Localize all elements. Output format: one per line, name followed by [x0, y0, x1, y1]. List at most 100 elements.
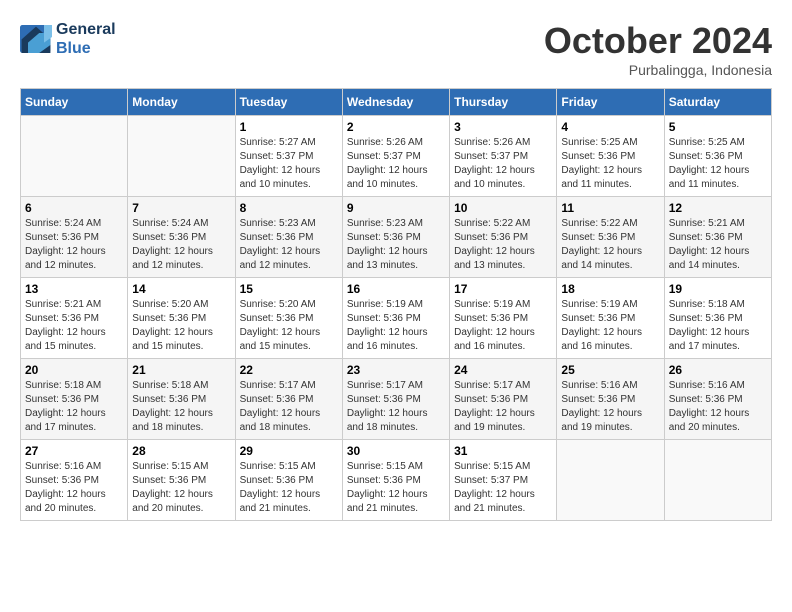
day-number: 9 [347, 201, 445, 215]
calendar-cell: 27 Sunrise: 5:16 AM Sunset: 5:36 PM Dayli… [21, 440, 128, 521]
day-info: Sunrise: 5:20 AM Sunset: 5:36 PM Dayligh… [240, 298, 338, 354]
day-number: 4 [561, 120, 659, 134]
calendar-cell: 21Sunrise: 5:18 AM Sunset: 5:36 PM Dayli… [128, 359, 235, 440]
calendar-cell: 3Sunrise: 5:26 AM Sunset: 5:37 PM Daylig… [450, 116, 557, 197]
calendar-cell: 31 Sunrise: 5:15 AM Sunset: 5:37 PM Dayli… [450, 440, 557, 521]
page-header: General Blue October 2024 Purbalingga, I… [20, 20, 772, 78]
day-info: Sunrise: 5:25 AM Sunset: 5:36 PM Dayligh… [561, 136, 659, 192]
calendar-cell: 4 Sunrise: 5:25 AM Sunset: 5:36 PM Daylig… [557, 116, 664, 197]
calendar-cell [128, 116, 235, 197]
calendar-week-row: 1 Sunrise: 5:27 AM Sunset: 5:37 PM Daylig… [21, 116, 772, 197]
day-number: 27 [25, 444, 123, 458]
calendar-cell: 11 Sunrise: 5:22 AM Sunset: 5:36 PM Dayli… [557, 197, 664, 278]
calendar-cell: 12Sunrise: 5:21 AM Sunset: 5:36 PM Dayli… [664, 197, 771, 278]
day-info: Sunrise: 5:16 AM Sunset: 5:36 PM Dayligh… [669, 379, 767, 435]
day-info: Sunrise: 5:16 AM Sunset: 5:36 PM Dayligh… [25, 460, 123, 516]
day-number: 14 [132, 282, 230, 296]
day-number: 8 [240, 201, 338, 215]
logo: General Blue [20, 20, 116, 58]
day-info: Sunrise: 5:15 AM Sunset: 5:36 PM Dayligh… [132, 460, 230, 516]
day-number: 31 [454, 444, 552, 458]
day-info: Sunrise: 5:17 AM Sunset: 5:36 PM Dayligh… [347, 379, 445, 435]
day-info: Sunrise: 5:26 AM Sunset: 5:37 PM Dayligh… [454, 136, 552, 192]
calendar-cell: 9 Sunrise: 5:23 AM Sunset: 5:36 PM Daylig… [342, 197, 449, 278]
calendar-cell: 25Sunrise: 5:16 AM Sunset: 5:36 PM Dayli… [557, 359, 664, 440]
day-info: Sunrise: 5:15 AM Sunset: 5:36 PM Dayligh… [240, 460, 338, 516]
calendar-cell [664, 440, 771, 521]
day-info: Sunrise: 5:17 AM Sunset: 5:36 PM Dayligh… [240, 379, 338, 435]
day-info: Sunrise: 5:18 AM Sunset: 5:36 PM Dayligh… [669, 298, 767, 354]
calendar-cell: 1 Sunrise: 5:27 AM Sunset: 5:37 PM Daylig… [235, 116, 342, 197]
calendar-cell: 18Sunrise: 5:19 AM Sunset: 5:36 PM Dayli… [557, 278, 664, 359]
weekday-header-monday: Monday [128, 89, 235, 116]
day-number: 12 [669, 201, 767, 215]
calendar-cell: 17 Sunrise: 5:19 AM Sunset: 5:36 PM Dayli… [450, 278, 557, 359]
calendar-cell: 15 Sunrise: 5:20 AM Sunset: 5:36 PM Dayli… [235, 278, 342, 359]
location-subtitle: Purbalingga, Indonesia [544, 62, 772, 78]
day-number: 30 [347, 444, 445, 458]
calendar-cell: 14 Sunrise: 5:20 AM Sunset: 5:36 PM Dayli… [128, 278, 235, 359]
logo-general: General [56, 20, 116, 39]
day-number: 23 [347, 363, 445, 377]
calendar-cell: 23 Sunrise: 5:17 AM Sunset: 5:36 PM Dayli… [342, 359, 449, 440]
calendar-week-row: 27 Sunrise: 5:16 AM Sunset: 5:36 PM Dayli… [21, 440, 772, 521]
weekday-header-friday: Friday [557, 89, 664, 116]
day-info: Sunrise: 5:23 AM Sunset: 5:36 PM Dayligh… [347, 217, 445, 273]
calendar-week-row: 13 Sunrise: 5:21 AM Sunset: 5:36 PM Dayli… [21, 278, 772, 359]
day-info: Sunrise: 5:22 AM Sunset: 5:36 PM Dayligh… [454, 217, 552, 273]
day-number: 20 [25, 363, 123, 377]
calendar-cell: 30 Sunrise: 5:15 AM Sunset: 5:36 PM Dayli… [342, 440, 449, 521]
calendar-cell: 8 Sunrise: 5:23 AM Sunset: 5:36 PM Daylig… [235, 197, 342, 278]
calendar-week-row: 20 Sunrise: 5:18 AM Sunset: 5:36 PM Dayli… [21, 359, 772, 440]
day-info: Sunrise: 5:21 AM Sunset: 5:36 PM Dayligh… [25, 298, 123, 354]
day-number: 11 [561, 201, 659, 215]
day-info: Sunrise: 5:15 AM Sunset: 5:36 PM Dayligh… [347, 460, 445, 516]
day-number: 26 [669, 363, 767, 377]
day-info: Sunrise: 5:18 AM Sunset: 5:36 PM Dayligh… [25, 379, 123, 435]
calendar-cell: 6Sunrise: 5:24 AM Sunset: 5:36 PM Daylig… [21, 197, 128, 278]
day-number: 7 [132, 201, 230, 215]
day-info: Sunrise: 5:26 AM Sunset: 5:37 PM Dayligh… [347, 136, 445, 192]
weekday-header-thursday: Thursday [450, 89, 557, 116]
day-info: Sunrise: 5:25 AM Sunset: 5:36 PM Dayligh… [669, 136, 767, 192]
day-number: 15 [240, 282, 338, 296]
day-info: Sunrise: 5:16 AM Sunset: 5:36 PM Dayligh… [561, 379, 659, 435]
calendar-cell: 5 Sunrise: 5:25 AM Sunset: 5:36 PM Daylig… [664, 116, 771, 197]
logo-blue: Blue [56, 39, 116, 58]
calendar-cell: 22 Sunrise: 5:17 AM Sunset: 5:36 PM Dayli… [235, 359, 342, 440]
calendar-cell: 29Sunrise: 5:15 AM Sunset: 5:36 PM Dayli… [235, 440, 342, 521]
calendar-cell: 20 Sunrise: 5:18 AM Sunset: 5:36 PM Dayli… [21, 359, 128, 440]
day-number: 13 [25, 282, 123, 296]
calendar-cell [557, 440, 664, 521]
day-info: Sunrise: 5:17 AM Sunset: 5:36 PM Dayligh… [454, 379, 552, 435]
day-info: Sunrise: 5:22 AM Sunset: 5:36 PM Dayligh… [561, 217, 659, 273]
day-info: Sunrise: 5:20 AM Sunset: 5:36 PM Dayligh… [132, 298, 230, 354]
day-info: Sunrise: 5:24 AM Sunset: 5:36 PM Dayligh… [132, 217, 230, 273]
calendar-cell: 19 Sunrise: 5:18 AM Sunset: 5:36 PM Dayli… [664, 278, 771, 359]
day-info: Sunrise: 5:15 AM Sunset: 5:37 PM Dayligh… [454, 460, 552, 516]
day-number: 28 [132, 444, 230, 458]
day-info: Sunrise: 5:19 AM Sunset: 5:36 PM Dayligh… [561, 298, 659, 354]
title-block: October 2024 Purbalingga, Indonesia [544, 20, 772, 78]
calendar-week-row: 6Sunrise: 5:24 AM Sunset: 5:36 PM Daylig… [21, 197, 772, 278]
calendar-cell: 24 Sunrise: 5:17 AM Sunset: 5:36 PM Dayli… [450, 359, 557, 440]
calendar-cell: 28 Sunrise: 5:15 AM Sunset: 5:36 PM Dayli… [128, 440, 235, 521]
day-number: 5 [669, 120, 767, 134]
calendar-cell: 10Sunrise: 5:22 AM Sunset: 5:36 PM Dayli… [450, 197, 557, 278]
day-number: 16 [347, 282, 445, 296]
day-number: 17 [454, 282, 552, 296]
day-number: 22 [240, 363, 338, 377]
day-info: Sunrise: 5:27 AM Sunset: 5:37 PM Dayligh… [240, 136, 338, 192]
day-number: 19 [669, 282, 767, 296]
calendar-cell: 16Sunrise: 5:19 AM Sunset: 5:36 PM Dayli… [342, 278, 449, 359]
calendar-cell: 7 Sunrise: 5:24 AM Sunset: 5:36 PM Daylig… [128, 197, 235, 278]
day-info: Sunrise: 5:19 AM Sunset: 5:36 PM Dayligh… [454, 298, 552, 354]
weekday-header-wednesday: Wednesday [342, 89, 449, 116]
day-info: Sunrise: 5:23 AM Sunset: 5:36 PM Dayligh… [240, 217, 338, 273]
calendar-cell: 13 Sunrise: 5:21 AM Sunset: 5:36 PM Dayli… [21, 278, 128, 359]
day-number: 24 [454, 363, 552, 377]
calendar-table: SundayMondayTuesdayWednesdayThursdayFrid… [20, 88, 772, 521]
weekday-header-saturday: Saturday [664, 89, 771, 116]
day-number: 1 [240, 120, 338, 134]
logo-icon [20, 25, 52, 53]
